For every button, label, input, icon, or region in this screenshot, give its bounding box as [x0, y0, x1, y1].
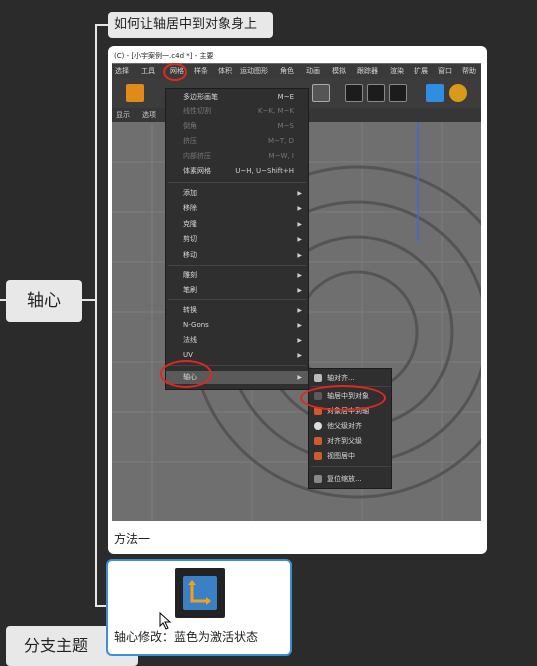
clapper-icon — [345, 84, 363, 102]
c4d-screenshot: (C) - [小宇案例一.c4d *] - 主要 选择 工具 网格 样条 体积 … — [112, 50, 481, 521]
annotation-circle-center-axis — [300, 385, 386, 411]
chevron-right-icon: ▶ — [297, 236, 302, 243]
mouse-cursor-icon — [159, 612, 172, 630]
menu-render: 渲染 — [390, 67, 404, 75]
align-to-parent-icon — [314, 437, 322, 445]
menu-simulate: 模拟 — [332, 67, 346, 75]
title-node[interactable]: 如何让轴居中到对象身上 — [108, 12, 273, 38]
menu-item-convert[interactable]: 转换 ▶ — [166, 304, 308, 317]
menu-separator — [168, 182, 306, 183]
cube-mode-icon — [126, 84, 144, 102]
chevron-right-icon: ▶ — [297, 272, 302, 279]
mesh-menu-dropdown: 多边形画笔 M~E 线性切割 K~K, M~K 倒角 M~S 挤压 M~T, D 内部挤… — [165, 88, 309, 390]
chevron-right-icon: ▶ — [297, 322, 302, 329]
menu-item-bevel[interactable]: 倒角 M~S — [166, 120, 308, 133]
align-parent-icon — [314, 422, 322, 430]
chevron-right-icon: ▶ — [297, 252, 302, 259]
menu-item-move[interactable]: 移动 ▶ — [166, 249, 308, 262]
pen-icon — [449, 84, 467, 102]
chevron-right-icon: ▶ — [297, 374, 302, 381]
submenu-item-align-to-parent[interactable]: 对齐到父级 — [309, 434, 391, 448]
menu-animation: 动画 — [306, 67, 320, 75]
menu-extensions: 扩展 — [414, 67, 428, 75]
submenu-item-axis-align[interactable]: 轴对齐... — [309, 371, 391, 385]
pivot-tool-icon — [312, 84, 330, 102]
menu-item-clone[interactable]: 克隆 ▶ — [166, 218, 308, 231]
chevron-right-icon: ▶ — [297, 337, 302, 344]
cube-object-icon — [426, 84, 444, 102]
menu-item-add[interactable]: 添加 ▶ — [166, 187, 308, 200]
menu-item-sculpt[interactable]: 雕刻 ▶ — [166, 269, 308, 282]
menu-separator — [168, 265, 306, 266]
annotation-circle-axis-item — [160, 360, 212, 388]
menu-item-normals[interactable]: 法线 ▶ — [166, 334, 308, 347]
pivot-mode-icon — [175, 568, 225, 618]
reset-scale-icon — [314, 475, 322, 483]
chevron-right-icon: ▶ — [297, 221, 302, 228]
submenu-item-align-parent[interactable]: 他父级对齐 — [309, 419, 391, 433]
connector-axis — [82, 299, 96, 301]
render-settings-icon — [389, 84, 407, 102]
submenu-separator — [311, 466, 391, 467]
annotation-circle-mesh-menu — [163, 63, 187, 81]
menu-mograph: 运动图形 — [240, 67, 268, 75]
subbar-display: 显示 — [116, 111, 130, 119]
submenu-item-view-center[interactable]: 视图居中 — [309, 449, 391, 463]
menu-item-extrude-inner[interactable]: 内部挤压 M~W, I — [166, 150, 308, 163]
chevron-right-icon: ▶ — [297, 287, 302, 294]
chevron-right-icon: ▶ — [297, 352, 302, 359]
menu-item-polygon-pen[interactable]: 多边形画笔 M~E — [166, 91, 308, 104]
pivot-card[interactable]: 轴心修改：蓝色为激活状态 — [106, 559, 292, 656]
menu-separator — [168, 299, 306, 300]
menu-item-brush[interactable]: 笔刷 ▶ — [166, 284, 308, 297]
subbar-options: 选项 — [142, 111, 156, 119]
menu-select: 选择 — [115, 67, 129, 75]
menu-tracker: 跟踪器 — [357, 67, 378, 75]
menu-item-cut[interactable]: 剪切 ▶ — [166, 233, 308, 246]
connector-title-horizontal — [95, 24, 108, 26]
window-title: (C) - [小宇案例一.c4d *] - 主要 — [112, 50, 481, 63]
menu-item-remove[interactable]: 移除 ▶ — [166, 202, 308, 215]
menu-help: 帮助 — [462, 67, 476, 75]
render-play-icon — [367, 84, 385, 102]
menu-character: 角色 — [280, 67, 294, 75]
menu-item-line-cut[interactable]: 线性切割 K~K, M~K — [166, 105, 308, 118]
screenshot-card[interactable]: (C) - [小宇案例一.c4d *] - 主要 选择 工具 网格 样条 体积 … — [108, 46, 487, 554]
axis-node[interactable]: 轴心 — [6, 280, 82, 322]
axis-arrow-icon — [188, 580, 211, 605]
menu-item-extrude[interactable]: 挤压 M~T, D — [166, 135, 308, 148]
chevron-right-icon: ▶ — [297, 190, 302, 197]
menu-volume: 体积 — [218, 67, 232, 75]
view-center-icon — [314, 452, 322, 460]
chevron-right-icon: ▶ — [297, 205, 302, 212]
pivot-caption: 轴心修改：蓝色为激活状态 — [114, 630, 259, 644]
menu-item-volume-mesh[interactable]: 体素网格 U~H, U~Shift+H — [166, 165, 308, 178]
connector-title-vertical — [95, 24, 97, 606]
menu-tools: 工具 — [141, 67, 155, 75]
menu-spline: 样条 — [194, 67, 208, 75]
chevron-right-icon: ▶ — [297, 307, 302, 314]
axis-align-icon — [314, 374, 322, 382]
menu-item-ngons[interactable]: N-Gons ▶ — [166, 319, 308, 332]
menu-window: 窗口 — [438, 67, 452, 75]
card-caption: 方法一 — [114, 532, 151, 546]
submenu-item-reset-scale[interactable]: 复位缩放... — [309, 472, 391, 486]
